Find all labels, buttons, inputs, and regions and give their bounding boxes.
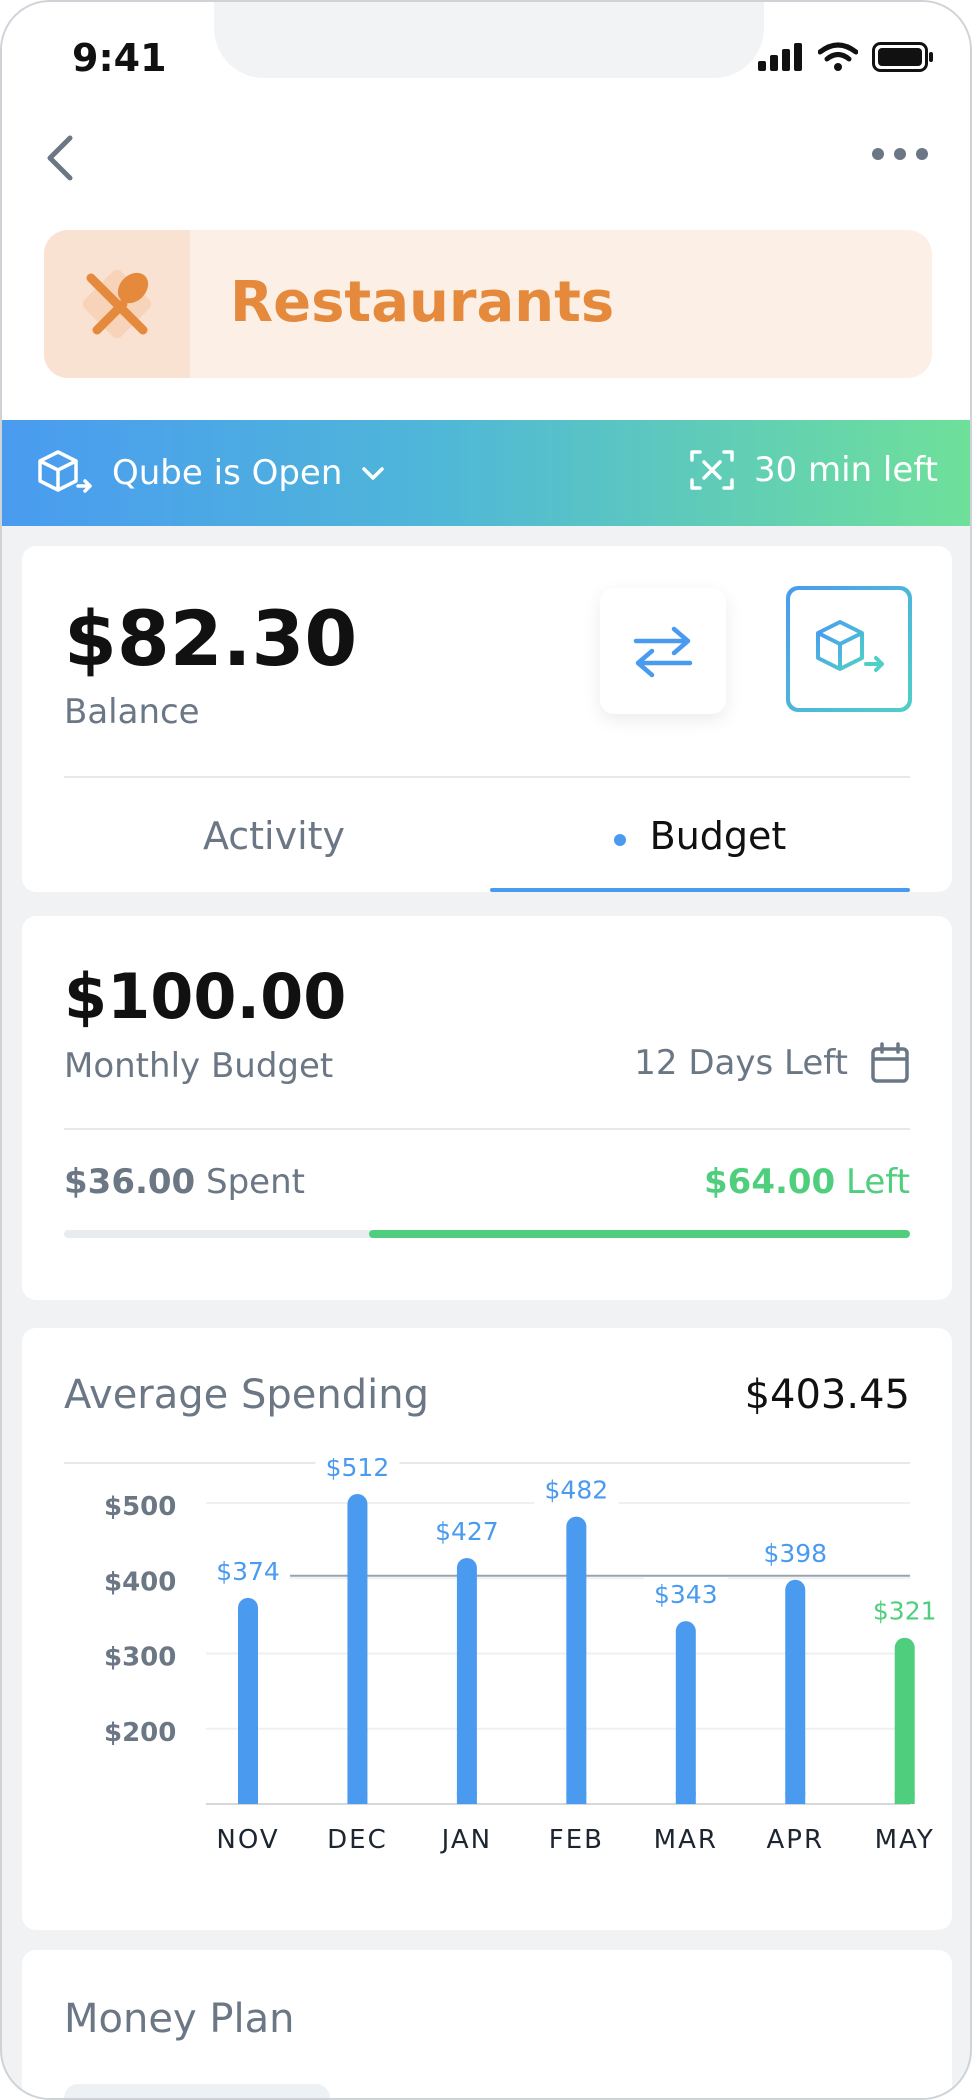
- x-category-label: MAR: [654, 1825, 718, 1855]
- qube-status-dropdown[interactable]: Qube is Open: [34, 448, 386, 498]
- bar-base: [785, 1792, 806, 1804]
- status-time: 9:41: [72, 36, 167, 80]
- category-title: Restaurants: [230, 270, 615, 335]
- average-spending-chart: $200 $300 $400 $500 $374 NOV $512 DEC $427 JAN $48…: [104, 1458, 947, 1855]
- y-tick-label: $200: [104, 1718, 176, 1748]
- fork-spoon-icon: [82, 269, 152, 339]
- qube-status-bar: Qube is Open 30 min left: [2, 420, 970, 526]
- left-amount: $64.00: [704, 1162, 836, 1202]
- x-category-label: MAY: [875, 1825, 935, 1855]
- back-button[interactable]: [40, 130, 80, 186]
- bar-value-label: $398: [763, 1539, 827, 1568]
- bar-base: [675, 1792, 696, 1804]
- days-left[interactable]: 12 Days Left: [634, 1042, 910, 1084]
- device-notch: [214, 2, 764, 78]
- y-tick-label: $400: [104, 1567, 176, 1597]
- budget-divider: [64, 1128, 910, 1130]
- bar: [675, 1621, 696, 1804]
- bar: [238, 1597, 258, 1804]
- active-tab-underline: [490, 888, 910, 892]
- category-header: Restaurants: [44, 230, 932, 378]
- spent-suffix: Spent: [206, 1162, 305, 1202]
- bar: [894, 1637, 915, 1804]
- qube-box-icon: [38, 450, 92, 493]
- bar-value-label: $374: [216, 1557, 280, 1586]
- tab-budget[interactable]: Budget: [490, 814, 910, 892]
- active-tab-dot: [613, 834, 626, 846]
- bar-value-label: $512: [326, 1458, 390, 1482]
- bar: [347, 1494, 368, 1804]
- battery-icon: [872, 42, 933, 72]
- transfer-button[interactable]: [600, 588, 726, 714]
- budget-progress-fill: [368, 1230, 910, 1238]
- spent-summary: $36.00 Spent: [64, 1162, 305, 1202]
- qube-timer: 30 min left: [688, 448, 938, 492]
- balance-card: $82.30 Balance Activity Budget: [22, 546, 952, 892]
- balance-divider: [64, 776, 910, 778]
- tab-budget-label: Budget: [649, 814, 787, 858]
- chevron-left-icon: [47, 135, 73, 181]
- x-category-label: DEC: [327, 1825, 388, 1855]
- category-icon-box: [44, 230, 190, 378]
- more-options-button[interactable]: [870, 142, 930, 166]
- chevron-down-icon: [362, 467, 385, 480]
- wifi-icon: [818, 42, 858, 71]
- x-category-label: APR: [766, 1825, 824, 1855]
- left-suffix: Left: [846, 1162, 910, 1202]
- money-plan-placeholder: [64, 2084, 330, 2098]
- average-spending-value: $403.45: [744, 1372, 910, 1418]
- more-dots-icon: [872, 148, 928, 160]
- bar: [456, 1557, 477, 1804]
- calendar-icon: [871, 1042, 909, 1083]
- bar-base: [566, 1792, 587, 1804]
- x-category-label: NOV: [216, 1825, 279, 1855]
- bar: [566, 1516, 587, 1804]
- balance-amount: $82.30: [64, 594, 358, 683]
- y-tick-label: $500: [104, 1492, 176, 1522]
- time-left-label: 30 min left: [753, 450, 938, 490]
- top-area: 9:41 Restaurants: [2, 2, 970, 420]
- x-category-label: FEB: [549, 1825, 604, 1855]
- spent-amount: $36.00: [64, 1162, 196, 1202]
- average-spending-card: Average Spending $403.45 $200 $300 $400 $50…: [22, 1328, 952, 1930]
- bar-base: [238, 1792, 258, 1804]
- qube-button[interactable]: [786, 586, 912, 712]
- transfer-arrows-icon: [633, 626, 693, 678]
- bar-value-label: $482: [545, 1476, 609, 1505]
- phone-frame: 9:41 Restaurants Qube is Open 30 min lef…: [0, 0, 972, 2100]
- monthly-budget-card: $100.00 Monthly Budget 12 Days Left $36.…: [22, 916, 952, 1300]
- timer-box-icon: [690, 450, 734, 490]
- bar-base: [894, 1792, 915, 1804]
- bar: [785, 1579, 806, 1804]
- budget-progress-track: [64, 1230, 910, 1238]
- days-left-label: 12 Days Left: [634, 1043, 848, 1083]
- bar-value-label: $427: [435, 1517, 499, 1546]
- x-category-label: JAN: [440, 1825, 492, 1855]
- qube-status-label: Qube is Open: [112, 453, 343, 493]
- money-plan-card: Money Plan: [22, 1950, 952, 2098]
- bar-value-label: $321: [873, 1597, 937, 1626]
- budget-label: Monthly Budget: [64, 1046, 334, 1086]
- qube-button-inner: [790, 590, 908, 708]
- cellular-signal-icon: [758, 43, 802, 71]
- bar-value-label: $343: [654, 1580, 718, 1609]
- bar-base: [347, 1792, 368, 1804]
- bar-base: [456, 1792, 477, 1804]
- status-icons: [758, 42, 934, 72]
- money-plan-title: Money Plan: [64, 1996, 295, 2042]
- budget-amount: $100.00: [64, 960, 347, 1033]
- y-tick-label: $300: [104, 1643, 176, 1673]
- left-summary: $64.00 Left: [704, 1162, 910, 1202]
- balance-label: Balance: [64, 692, 200, 732]
- average-spending-title: Average Spending: [64, 1372, 429, 1418]
- tab-activity-label: Activity: [202, 814, 346, 858]
- tab-activity[interactable]: Activity: [64, 814, 484, 892]
- qube-box-icon: [816, 620, 884, 672]
